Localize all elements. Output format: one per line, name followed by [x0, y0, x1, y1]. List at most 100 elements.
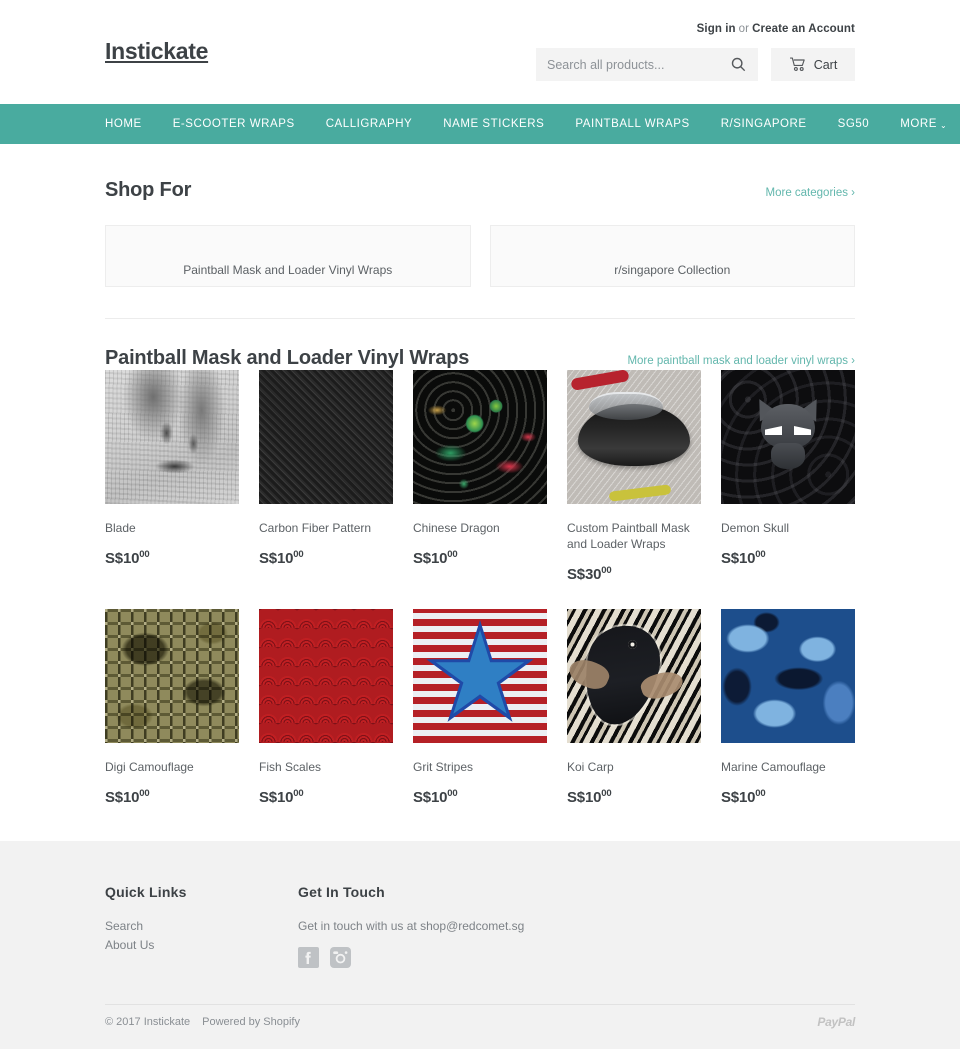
product-card[interactable]: Custom Paintball Mask and Loader Wraps S$…: [567, 370, 701, 583]
nav-item-label: HOME: [105, 118, 142, 130]
product-price: S$1000: [413, 788, 547, 806]
product-card[interactable]: Carbon Fiber Pattern S$1000: [259, 370, 393, 583]
thumbnail-art-layer: [608, 484, 672, 502]
nav-item-calligraphy[interactable]: CALLIGRAPHY: [326, 118, 413, 130]
product-price-cents: 00: [447, 549, 458, 560]
site-logo[interactable]: Instickate: [105, 38, 208, 65]
product-price-cents: 00: [293, 788, 304, 799]
nav-item-e-scooter-wraps[interactable]: E-SCOOTER WRAPS: [173, 118, 295, 130]
product-title[interactable]: Custom Paintball Mask and Loader Wraps: [567, 520, 701, 552]
product-price-amount: S$10: [721, 550, 756, 567]
product-thumbnail[interactable]: [105, 609, 239, 743]
footer-link-search[interactable]: Search: [105, 917, 298, 936]
product-title[interactable]: Digi Camouflage: [105, 759, 239, 775]
product-price: S$1000: [105, 788, 239, 806]
product-row: Digi Camouflage S$1000 Fish Scales S$1000 Gr…: [105, 609, 855, 806]
account-links: Sign in or Create an Account: [697, 23, 855, 35]
shopping-cart-icon: [789, 57, 805, 71]
get-in-touch-text: Get in touch with us at shop@redcomet.sg: [298, 919, 525, 933]
nav-item-label: NAME STICKERS: [443, 118, 545, 130]
search-input[interactable]: [536, 49, 721, 80]
site-header: Instickate Sign inorCreate an Account Ca…: [0, 0, 960, 104]
product-title[interactable]: Chinese Dragon: [413, 520, 547, 536]
product-title[interactable]: Blade: [105, 520, 239, 536]
create-account-link[interactable]: Create an Account: [752, 23, 855, 35]
copyright-label: © 2017 Instickate: [105, 1016, 191, 1028]
product-thumbnail[interactable]: [567, 609, 701, 743]
nav-item-sg50[interactable]: SG50: [838, 118, 870, 130]
product-card[interactable]: Grit Stripes S$1000: [413, 609, 547, 806]
main-navigation: HOME E-SCOOTER WRAPS CALLIGRAPHY NAME STICK…: [0, 104, 960, 144]
product-price-cents: 00: [139, 788, 150, 799]
product-thumbnail[interactable]: [567, 370, 701, 504]
social-links: [298, 947, 718, 968]
nav-item-paintball-wraps[interactable]: PAINTBALL WRAPS: [575, 118, 689, 130]
footer-link-about-us[interactable]: About Us: [105, 936, 298, 955]
product-thumbnail[interactable]: [413, 609, 547, 743]
product-card[interactable]: Chinese Dragon S$1000: [413, 370, 547, 583]
nav-item-name-stickers[interactable]: NAME STICKERS: [443, 118, 544, 130]
nav-item-more[interactable]: MORE ⌄: [900, 118, 947, 130]
product-row: Blade S$1000 Carbon Fiber Pattern S$1000 Chi…: [105, 370, 855, 583]
product-price-cents: 00: [447, 788, 458, 799]
shop-for-title: Shop For: [105, 179, 192, 201]
product-thumbnail[interactable]: [413, 370, 547, 504]
product-price-amount: S$10: [105, 789, 140, 806]
product-price-cents: 00: [755, 788, 766, 799]
product-card[interactable]: Digi Camouflage S$1000: [105, 609, 239, 806]
collection-section: Paintball Mask and Loader Vinyl Wraps Mo…: [105, 319, 855, 806]
product-card[interactable]: Marine Camouflage S$1000: [721, 609, 855, 806]
product-price-amount: S$10: [567, 789, 602, 806]
product-card[interactable]: Blade S$1000: [105, 370, 239, 583]
facebook-icon: [298, 947, 319, 968]
footer-bottom-bar: © 2017 Instickate Powered by Shopify PayP…: [105, 1004, 855, 1029]
product-thumbnail[interactable]: [721, 609, 855, 743]
footer-quick-links: Quick Links Search About Us: [105, 884, 298, 968]
quick-links-title: Quick Links: [105, 884, 187, 900]
chevron-down-icon: ⌄: [939, 120, 948, 130]
product-price-amount: S$10: [413, 789, 448, 806]
nav-item-r-singapore[interactable]: R/SINGAPORE: [721, 118, 807, 130]
cart-label: Cart: [813, 57, 838, 72]
instagram-icon: [330, 947, 351, 968]
thumbnail-art-layer: [761, 404, 815, 448]
product-price-amount: S$10: [721, 789, 756, 806]
product-title[interactable]: Fish Scales: [259, 759, 393, 775]
product-thumbnail[interactable]: [721, 370, 855, 504]
product-card[interactable]: Demon Skull S$1000: [721, 370, 855, 583]
product-title[interactable]: Marine Camouflage: [721, 759, 855, 775]
product-price-amount: S$30: [567, 566, 602, 583]
thumbnail-art-layer: [771, 443, 805, 469]
product-price: S$1000: [721, 549, 855, 567]
category-card[interactable]: r/singapore Collection: [489, 225, 855, 287]
product-thumbnail[interactable]: [105, 370, 239, 504]
product-title[interactable]: Koi Carp: [567, 759, 701, 775]
product-title[interactable]: Demon Skull: [721, 520, 855, 536]
product-title[interactable]: Carbon Fiber Pattern: [259, 520, 393, 536]
collection-title: Paintball Mask and Loader Vinyl Wraps: [105, 347, 470, 369]
sign-in-link[interactable]: Sign in: [697, 23, 736, 35]
product-price-amount: S$10: [105, 550, 140, 567]
shop-for-section: Shop For More categories › Paintball Mas…: [105, 144, 855, 287]
instagram-link[interactable]: [330, 947, 351, 968]
more-products-link[interactable]: More paintball mask and loader vinyl wra…: [627, 355, 855, 367]
nav-item-label: PAINTBALL WRAPS: [575, 118, 690, 130]
search-button[interactable]: [721, 48, 755, 81]
product-thumbnail[interactable]: [259, 609, 393, 743]
product-thumbnail[interactable]: [259, 370, 393, 504]
more-categories-link[interactable]: More categories ›: [766, 187, 855, 199]
product-price-amount: S$10: [413, 550, 448, 567]
product-price: S$1000: [259, 788, 393, 806]
powered-by-link[interactable]: Powered by Shopify: [202, 1016, 300, 1028]
product-price: S$3000: [567, 565, 701, 583]
thumbnail-art-layer: [435, 630, 525, 714]
product-card[interactable]: Fish Scales S$1000: [259, 609, 393, 806]
product-price-cents: 00: [293, 549, 304, 560]
product-title[interactable]: Grit Stripes: [413, 759, 547, 775]
facebook-link[interactable]: [298, 947, 319, 968]
cart-button[interactable]: Cart: [771, 48, 855, 81]
product-card[interactable]: Koi Carp S$1000: [567, 609, 701, 806]
copyright-text: © 2017 Instickate Powered by Shopify: [105, 1016, 300, 1028]
category-card[interactable]: Paintball Mask and Loader Vinyl Wraps: [105, 225, 471, 287]
nav-item-home[interactable]: HOME: [105, 118, 142, 130]
